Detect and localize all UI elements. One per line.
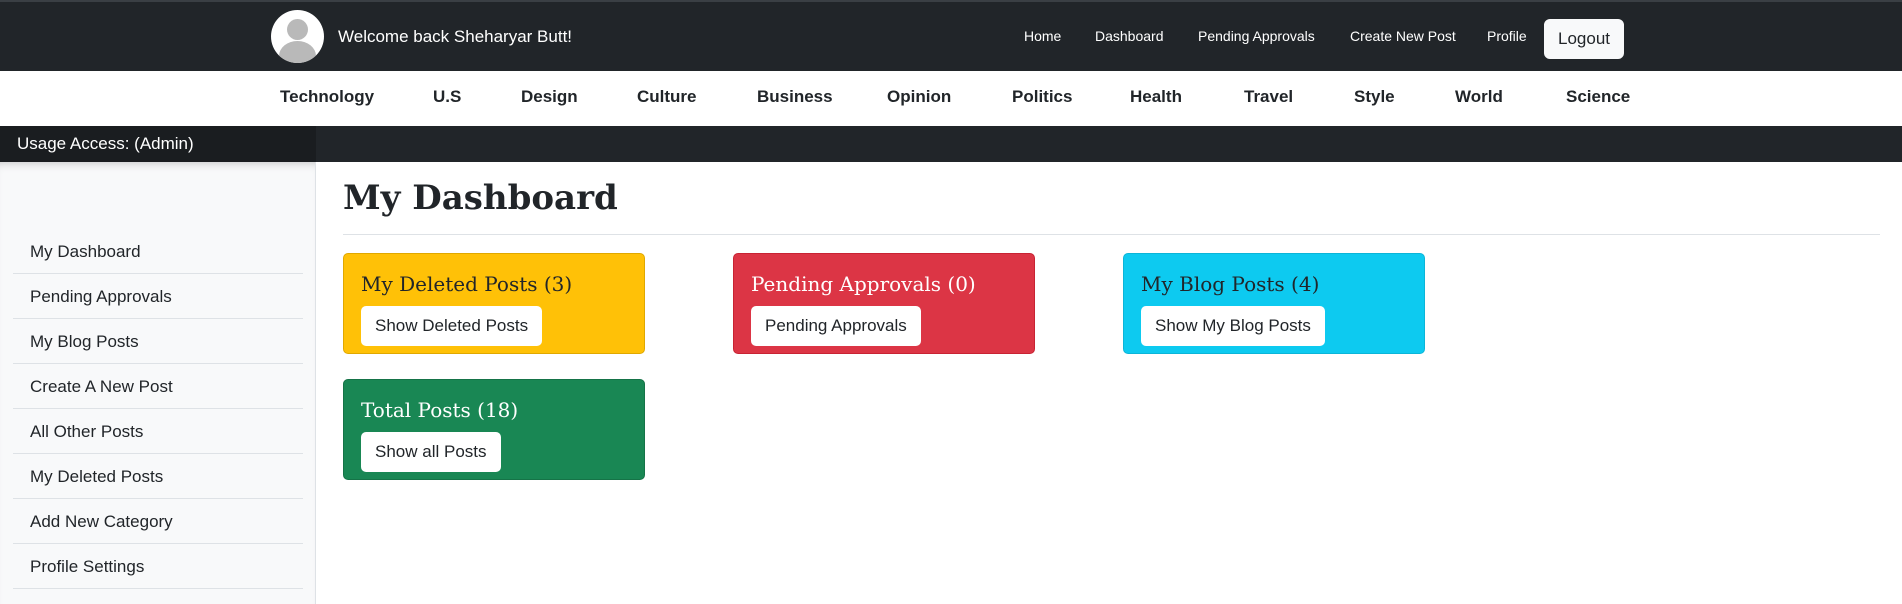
pending-approvals-card: Pending Approvals (0) Pending Approvals (733, 253, 1035, 354)
sidebar-item-add-new-category[interactable]: Add New Category (13, 499, 303, 544)
sidebar-item-my-dashboard[interactable]: My Dashboard (13, 229, 303, 274)
nav-dashboard-link[interactable]: Dashboard (1095, 28, 1164, 44)
card-title: Pending Approvals (0) (751, 272, 976, 296)
category-design[interactable]: Design (521, 87, 578, 107)
top-navbar: Welcome back Sheharyar Butt! Home Dashbo… (0, 0, 1902, 71)
nav-pending-approvals-link[interactable]: Pending Approvals (1198, 28, 1315, 44)
show-all-posts-button[interactable]: Show all Posts (361, 432, 501, 472)
category-style[interactable]: Style (1354, 87, 1395, 107)
category-world[interactable]: World (1455, 87, 1503, 107)
card-title: Total Posts (18) (361, 398, 519, 422)
sidebar-item-my-deleted-posts[interactable]: My Deleted Posts (13, 454, 303, 499)
show-my-blog-posts-button[interactable]: Show My Blog Posts (1141, 306, 1325, 346)
category-us[interactable]: U.S (433, 87, 461, 107)
welcome-message: Welcome back Sheharyar Butt! (338, 27, 573, 46)
sidebar: My Dashboard Pending Approvals My Blog P… (0, 162, 316, 604)
sidebar-item-pending-approvals[interactable]: Pending Approvals (13, 274, 303, 319)
category-culture[interactable]: Culture (637, 87, 697, 107)
user-avatar-icon[interactable] (271, 10, 324, 63)
deleted-posts-card: My Deleted Posts (3) Show Deleted Posts (343, 253, 645, 354)
card-title: My Deleted Posts (3) (361, 272, 573, 296)
avatar-body (279, 41, 316, 63)
nav-home-link[interactable]: Home (1024, 28, 1061, 44)
category-business[interactable]: Business (757, 87, 833, 107)
avatar-head (287, 19, 308, 40)
sidebar-item-all-other-posts[interactable]: All Other Posts (13, 409, 303, 454)
usage-access-label: Usage Access: (Admin) (0, 126, 316, 162)
logout-button[interactable]: Logout (1544, 19, 1624, 59)
show-deleted-posts-button[interactable]: Show Deleted Posts (361, 306, 543, 346)
page-title: My Dashboard (343, 178, 618, 218)
nav-profile-link[interactable]: Profile (1487, 28, 1527, 44)
sidebar-item-my-blog-posts[interactable]: My Blog Posts (13, 319, 303, 364)
category-health[interactable]: Health (1130, 87, 1182, 107)
category-opinion[interactable]: Opinion (887, 87, 951, 107)
category-bar: Technology U.S Design Culture Business O… (0, 71, 1902, 126)
nav-create-new-post-link[interactable]: Create New Post (1350, 28, 1456, 44)
sidebar-item-profile-settings[interactable]: Profile Settings (13, 544, 303, 589)
total-posts-card: Total Posts (18) Show all Posts (343, 379, 645, 480)
category-technology[interactable]: Technology (280, 87, 374, 107)
category-travel[interactable]: Travel (1244, 87, 1293, 107)
card-title: My Blog Posts (4) (1141, 272, 1320, 296)
sidebar-item-create-new-post[interactable]: Create A New Post (13, 364, 303, 409)
category-science[interactable]: Science (1566, 87, 1630, 107)
category-politics[interactable]: Politics (1012, 87, 1072, 107)
usage-bar: Usage Access: (Admin) (0, 126, 1902, 162)
blog-posts-card: My Blog Posts (4) Show My Blog Posts (1123, 253, 1425, 354)
title-divider (343, 234, 1880, 235)
pending-approvals-button[interactable]: Pending Approvals (751, 306, 921, 346)
